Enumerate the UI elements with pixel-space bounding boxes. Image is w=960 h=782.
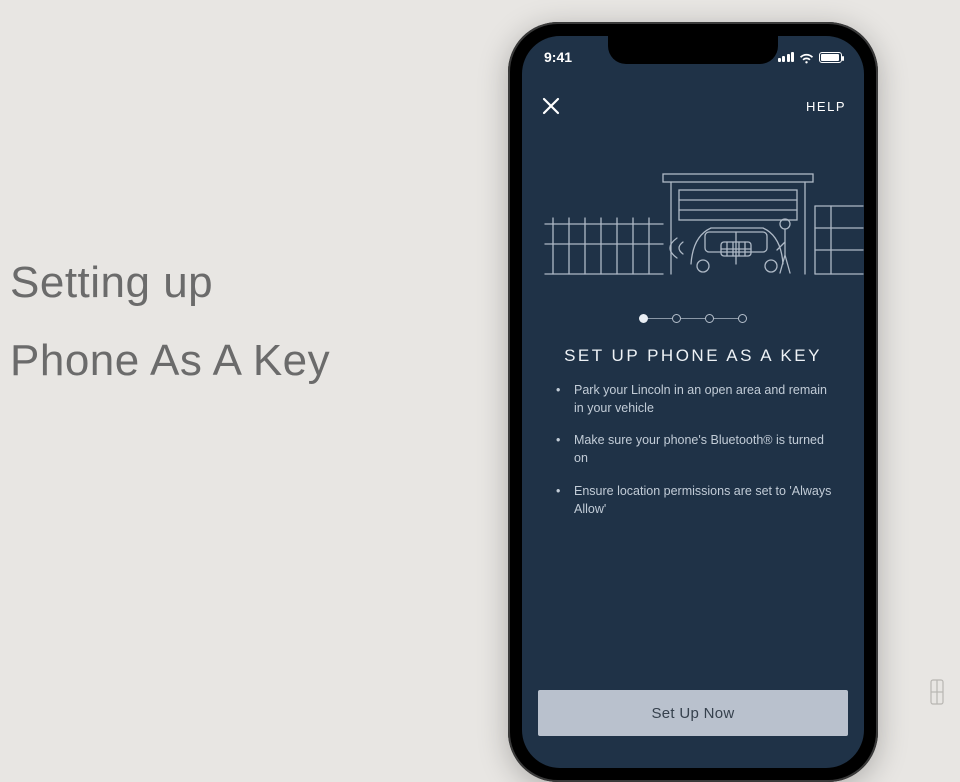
banner-line-1: Setting up	[10, 258, 330, 308]
lincoln-logo-icon	[928, 678, 946, 706]
cell-signal-icon	[778, 52, 795, 62]
instruction-item: Make sure your phone's Bluetooth® is tur…	[556, 431, 840, 467]
phone-screen: 9:41 HELP	[522, 36, 864, 768]
banner-line-2: Phone As A Key	[10, 336, 330, 386]
battery-icon	[819, 52, 842, 63]
instruction-item: Park your Lincoln in an open area and re…	[556, 381, 840, 417]
step-dot-1	[639, 314, 648, 323]
status-bar: 9:41	[522, 36, 864, 78]
step-indicator	[522, 314, 864, 323]
step-dot-4	[738, 314, 747, 323]
step-dot-2	[672, 314, 681, 323]
close-icon[interactable]	[540, 95, 562, 117]
instruction-list: Park your Lincoln in an open area and re…	[556, 381, 840, 532]
status-time: 9:41	[544, 49, 572, 65]
help-button[interactable]: HELP	[806, 99, 846, 114]
step-dot-3	[705, 314, 714, 323]
garage-car-illustration	[522, 146, 864, 296]
phone-device-frame: 9:41 HELP	[508, 22, 878, 782]
screen-heading: SET UP PHONE AS A KEY	[522, 346, 864, 366]
set-up-now-button[interactable]: Set Up Now	[538, 690, 848, 736]
app-top-bar: HELP	[522, 86, 864, 126]
banner-text: Setting up Phone As A Key	[10, 258, 330, 386]
instruction-item: Ensure location permissions are set to '…	[556, 482, 840, 518]
wifi-icon	[799, 51, 814, 63]
